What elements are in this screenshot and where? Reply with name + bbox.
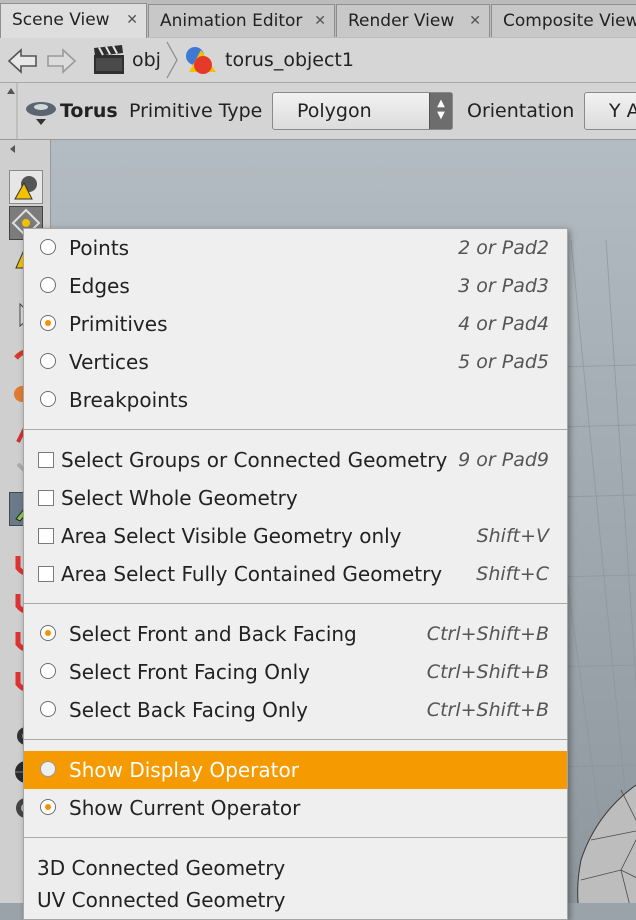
forward-arrow-icon[interactable] — [44, 47, 78, 75]
operation-toolbar: Torus Primitive Type Polygon ▲ ▼ Orientat… — [0, 83, 636, 140]
menu-item-label: Select Whole Geometry — [61, 486, 298, 510]
menu-item-uv-connected-geometry[interactable]: UV Connected Geometry — [24, 881, 567, 919]
breadcrumb-label: torus_object1 — [225, 49, 354, 71]
close-icon[interactable]: ✕ — [126, 4, 138, 36]
menu-item-select-whole-geometry[interactable]: Select Whole Geometry — [24, 479, 567, 517]
menu-item-label: Select Front Facing Only — [69, 660, 311, 684]
radio-button — [40, 663, 56, 679]
orientation-label: Orientation — [467, 100, 575, 122]
close-icon[interactable]: ✕ — [314, 5, 326, 37]
menu-item-edges[interactable]: Edges 3 or Pad3 — [24, 267, 567, 305]
radio-button-selected — [40, 625, 56, 641]
menu-item-shortcut: Ctrl+Shift+B — [426, 661, 549, 683]
selection-options-menu: Points 2 or Pad2 Edges 3 or Pad3 Primiti… — [23, 228, 568, 920]
primitive-type-label: Primitive Type — [129, 100, 263, 122]
geometry-object-icon — [186, 47, 216, 74]
tab-render-view[interactable]: Render View ✕ — [336, 4, 490, 37]
checkbox — [38, 566, 54, 582]
menu-item-label: Area Select Visible Geometry only — [61, 524, 402, 548]
breadcrumb-label: obj — [132, 49, 161, 71]
menu-item-label: Select Front and Back Facing — [69, 622, 357, 646]
torus-geometry — [577, 784, 636, 903]
tab-label: Composite View — [503, 11, 636, 31]
radio-button — [40, 239, 56, 255]
menu-item-show-current-operator[interactable]: Show Current Operator — [24, 789, 567, 827]
menu-item-area-select-visible[interactable]: Area Select Visible Geometry only Shift+… — [24, 517, 567, 555]
breadcrumb-separator-icon — [166, 41, 178, 79]
menu-item-points[interactable]: Points 2 or Pad2 — [24, 229, 567, 267]
menu-divider — [24, 429, 567, 430]
menu-item-show-display-operator[interactable]: Show Display Operator — [24, 751, 567, 789]
checkbox — [38, 452, 54, 468]
menu-item-shortcut: 9 or Pad9 — [458, 449, 549, 471]
menu-item-area-select-fully-contained[interactable]: Area Select Fully Contained Geometry Shi… — [24, 555, 567, 593]
menu-item-label: Select Back Facing Only — [69, 698, 308, 722]
menu-item-shortcut: Shift+C — [476, 563, 549, 585]
menu-item-label: Vertices — [69, 350, 149, 374]
tab-label: Scene View — [12, 10, 110, 30]
radio-button — [40, 761, 56, 777]
menu-item-label: Select Groups or Connected Geometry — [61, 448, 448, 472]
tab-label: Render View — [348, 11, 455, 31]
breadcrumb-torus-object1[interactable]: torus_object1 — [183, 40, 354, 80]
menu-divider — [24, 739, 567, 740]
menu-item-label: Edges — [69, 274, 130, 298]
radio-button — [40, 277, 56, 293]
menu-item-label: Show Current Operator — [69, 796, 301, 820]
primitive-type-value: Polygon — [297, 100, 372, 122]
toolbar-scroll-up-arrow[interactable] — [4, 83, 18, 139]
menu-item-shortcut: Ctrl+Shift+B — [426, 699, 549, 721]
primitive-type-select[interactable]: Polygon ▲ ▼ — [272, 92, 453, 130]
menu-item-label: Points — [69, 236, 130, 260]
radio-button — [40, 391, 56, 407]
orientation-button[interactable]: Y A — [584, 92, 636, 130]
select-tool-icon[interactable] — [9, 170, 43, 204]
tab-scene-view[interactable]: Scene View ✕ — [0, 3, 147, 38]
radio-button — [40, 353, 56, 369]
tab-composite-view[interactable]: Composite View — [491, 4, 636, 37]
radio-button-selected — [40, 315, 56, 331]
clapperboard-icon — [94, 45, 124, 74]
menu-item-shortcut: 5 or Pad5 — [458, 351, 549, 373]
menu-item-back-facing-only[interactable]: Select Back Facing Only Ctrl+Shift+B — [24, 691, 567, 729]
menu-item-primitives[interactable]: Primitives 4 or Pad4 — [24, 305, 567, 343]
menu-item-label: Show Display Operator — [69, 758, 299, 782]
shelf-collapse-arrow-icon[interactable] — [6, 143, 20, 155]
pane-tab-bar: Scene View ✕ Animation Editor ✕ Render V… — [0, 0, 636, 39]
radio-button — [40, 701, 56, 717]
checkbox — [38, 528, 54, 544]
radio-button-selected — [40, 799, 56, 815]
menu-item-select-groups[interactable]: Select Groups or Connected Geometry 9 or… — [24, 441, 567, 479]
menu-item-shortcut: 3 or Pad3 — [458, 275, 549, 297]
tab-animation-editor[interactable]: Animation Editor ✕ — [148, 4, 335, 37]
menu-item-breakpoints[interactable]: Breakpoints — [24, 381, 567, 419]
menu-item-front-and-back-facing[interactable]: Select Front and Back Facing Ctrl+Shift+… — [24, 615, 567, 653]
menu-item-shortcut: 2 or Pad2 — [458, 237, 549, 259]
menu-item-label: UV Connected Geometry — [37, 888, 286, 912]
menu-item-shortcut: 4 or Pad4 — [458, 313, 549, 335]
menu-item-label: Breakpoints — [69, 388, 189, 412]
tab-label: Animation Editor — [160, 11, 303, 31]
menu-item-shortcut: Ctrl+Shift+B — [426, 623, 549, 645]
checkbox — [38, 490, 54, 506]
menu-divider — [24, 837, 567, 838]
breadcrumb-obj[interactable]: obj — [92, 40, 161, 80]
menu-divider — [24, 603, 567, 604]
menu-item-front-facing-only[interactable]: Select Front Facing Only Ctrl+Shift+B — [24, 653, 567, 691]
network-path-bar: obj torus_object1 — [0, 38, 636, 83]
close-icon[interactable]: ✕ — [469, 5, 481, 37]
menu-item-label: Area Select Fully Contained Geometry — [61, 562, 443, 586]
menu-item-vertices[interactable]: Vertices 5 or Pad5 — [24, 343, 567, 381]
updown-arrow-icon: ▲ ▼ — [429, 93, 452, 129]
menu-item-label: Primitives — [69, 312, 168, 336]
node-name: Torus — [60, 100, 118, 122]
menu-item-shortcut: Shift+V — [476, 525, 549, 547]
torus-tool-icon[interactable] — [24, 97, 58, 127]
back-arrow-icon[interactable] — [6, 47, 40, 75]
